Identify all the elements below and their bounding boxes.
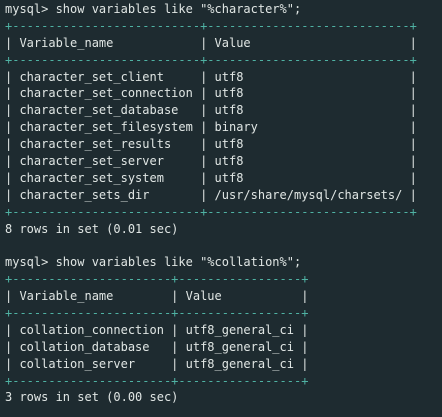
table-row: | collation_database | utf8_general_ci |: [5, 339, 309, 354]
table-row: | character_sets_dir | /usr/share/mysql/…: [5, 187, 417, 202]
table-row: | character_set_results | utf8 |: [5, 137, 417, 152]
table-header-row: | Variable_name | Value |: [5, 35, 417, 50]
result-status: 3 rows in set (0.00 sec): [5, 390, 179, 405]
table-header-row: | Variable_name | Value |: [5, 289, 309, 304]
table-row: | character_set_system | utf8 |: [5, 170, 417, 185]
table-border: +----------------------+----------------…: [5, 272, 309, 287]
terminal-window[interactable]: mysql> show variables like "%character%"…: [0, 0, 442, 417]
table-border: +--------------------------+------------…: [5, 204, 417, 219]
table-border: +----------------------+----------------…: [5, 373, 309, 388]
prompt-command-1: mysql> show variables like "%character%"…: [5, 2, 302, 16]
table-row: | character_set_database | utf8 |: [5, 103, 417, 118]
table-row: | character_set_connection | utf8 |: [5, 86, 417, 101]
table-border: +--------------------------+------------…: [5, 52, 417, 67]
table-row: | character_set_filesystem | binary |: [5, 120, 417, 135]
table-border: +--------------------------+------------…: [5, 18, 417, 33]
table-row: | character_set_server | utf8 |: [5, 154, 417, 169]
result-status: 8 rows in set (0.01 sec): [5, 221, 179, 236]
table-row: | character_set_client | utf8 |: [5, 69, 417, 84]
table-border: +----------------------+----------------…: [5, 306, 309, 321]
table-row: | collation_server | utf8_general_ci |: [5, 356, 309, 371]
prompt-command-2: mysql> show variables like "%collation%"…: [5, 255, 302, 270]
table-row: | collation_connection | utf8_general_ci…: [5, 322, 309, 337]
